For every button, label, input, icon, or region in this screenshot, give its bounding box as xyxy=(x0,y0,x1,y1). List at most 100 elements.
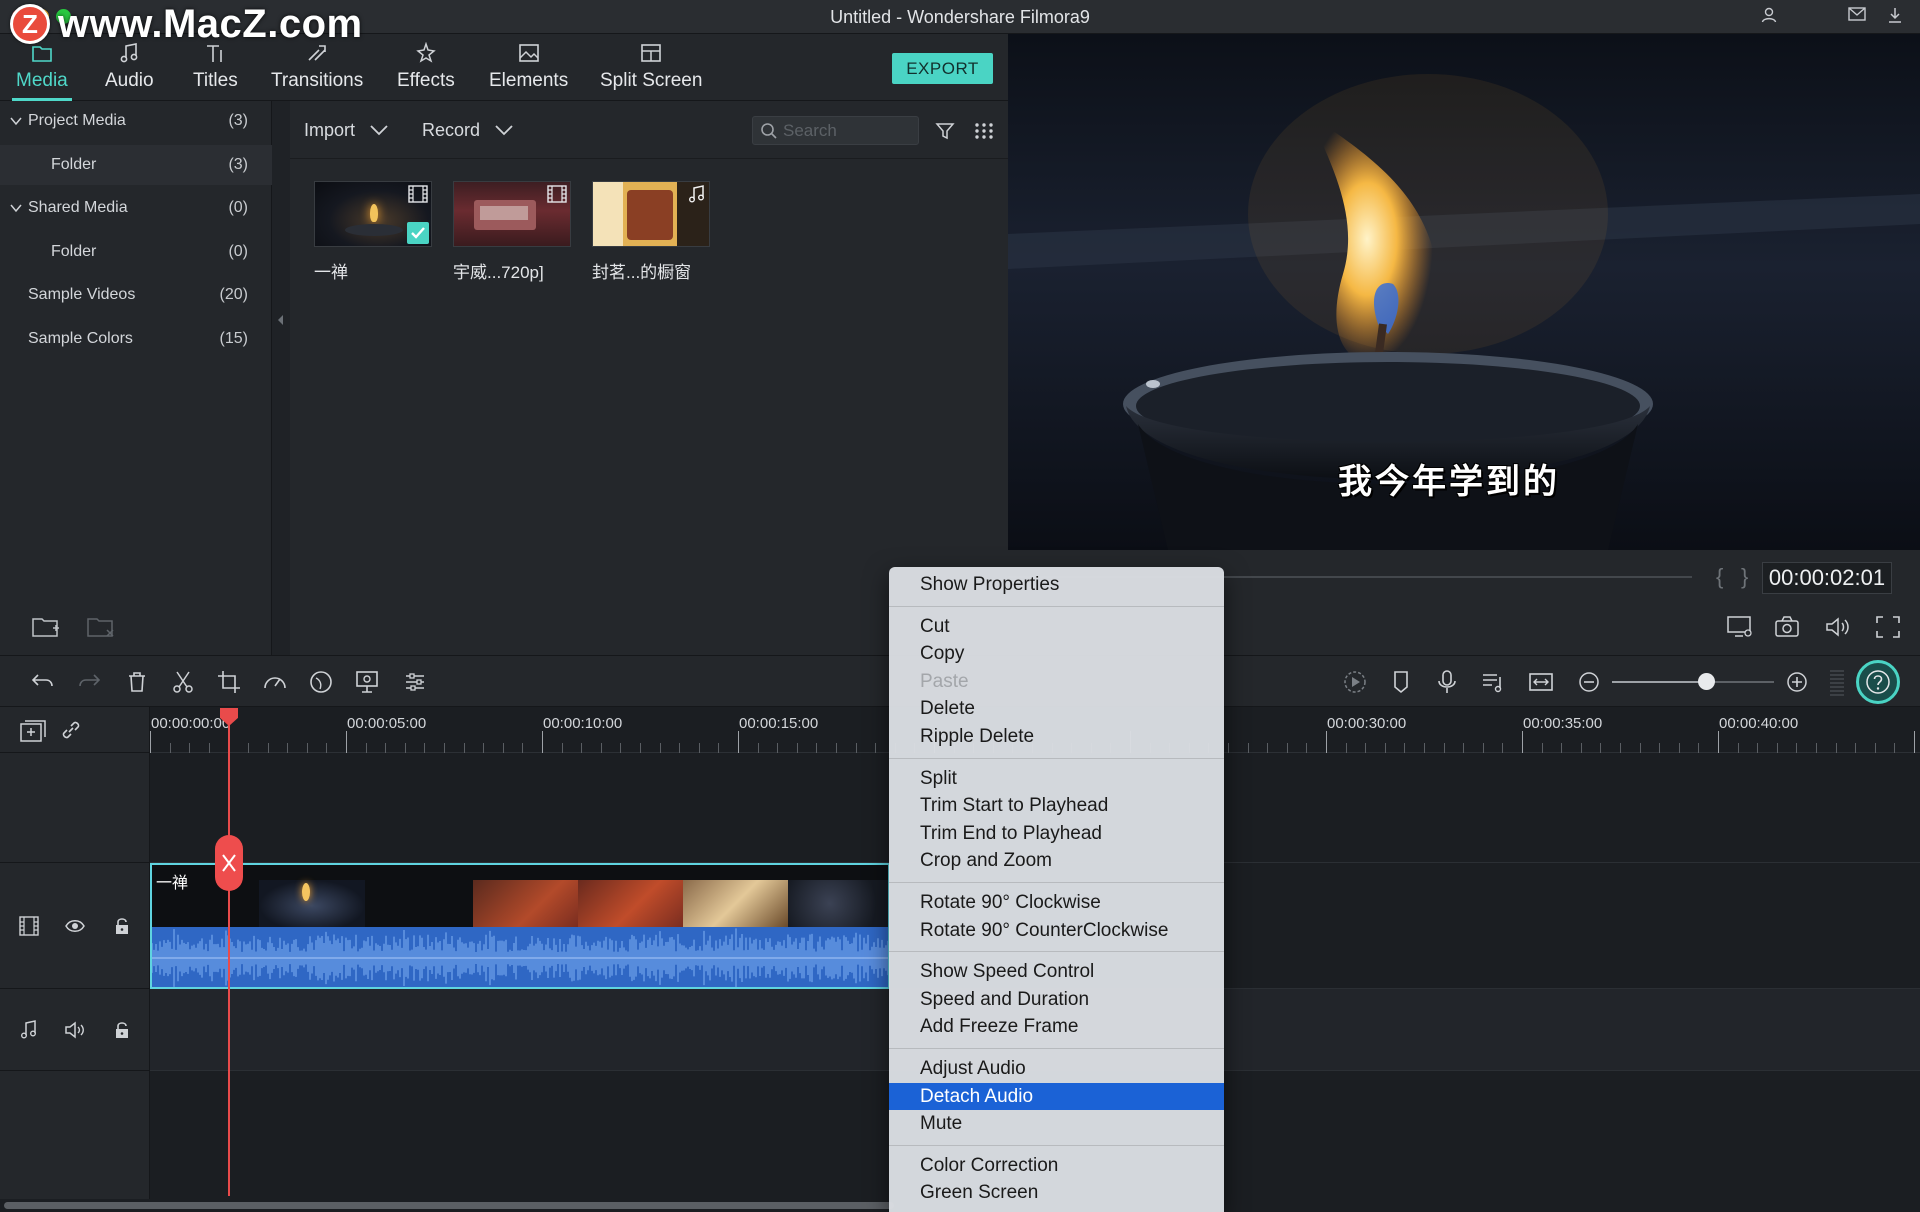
zoom-in-icon[interactable] xyxy=(1784,669,1810,695)
library-item-count: (20) xyxy=(219,286,248,303)
tab-label: Audio xyxy=(105,70,154,91)
menu-item-show-properties[interactable]: Show Properties xyxy=(889,571,1224,599)
selected-check-icon[interactable] xyxy=(407,222,429,244)
microphone-icon[interactable] xyxy=(1434,669,1460,695)
green-screen-icon[interactable] xyxy=(354,669,380,695)
audio-mixer-icon[interactable] xyxy=(402,669,428,695)
playhead[interactable] xyxy=(228,712,230,1196)
grid-view-icon[interactable] xyxy=(974,121,994,141)
video-track-header xyxy=(0,863,150,989)
clip-context-menu: Show Properties Cut Copy Paste Delete Ripple … xyxy=(889,567,1224,1212)
tab-effects[interactable]: Effects xyxy=(397,34,455,101)
download-icon[interactable] xyxy=(1884,6,1906,28)
voiceover-list-icon[interactable] xyxy=(1480,669,1506,695)
library-item-sample-colors[interactable]: Sample Colors (15) xyxy=(0,319,272,359)
tab-split-screen[interactable]: Split Screen xyxy=(600,34,702,101)
menu-item-rotate-90-counterclockwise[interactable]: Rotate 90° CounterClockwise xyxy=(889,917,1224,945)
chevron-down-icon[interactable] xyxy=(10,115,22,127)
ruler-label: 00:00:10:00 xyxy=(543,715,623,732)
mark-in-icon[interactable]: { xyxy=(1716,564,1723,590)
cut-scissors-icon[interactable] xyxy=(170,669,196,695)
search-box[interactable] xyxy=(752,116,919,145)
library-item-folder[interactable]: Folder (0) xyxy=(0,232,272,272)
delete-icon[interactable] xyxy=(124,669,150,695)
menu-item-ripple-delete[interactable]: Ripple Delete xyxy=(889,723,1224,751)
menu-item-crop-and-zoom[interactable]: Crop and Zoom xyxy=(889,847,1224,875)
library-item-count: (3) xyxy=(228,112,248,129)
library-item-project-media[interactable]: Project Media (3) xyxy=(0,101,272,141)
menu-item-cut[interactable]: Cut xyxy=(889,613,1224,641)
collapse-arrow-icon[interactable] xyxy=(278,315,283,325)
scrollbar-thumb[interactable] xyxy=(4,1202,894,1209)
speed-icon[interactable] xyxy=(262,669,288,695)
timeline-video-clip[interactable]: 一禅 xyxy=(150,863,890,989)
menu-item-trim-end-to-playhead[interactable]: Trim End to Playhead xyxy=(889,820,1224,848)
chevron-down-icon[interactable] xyxy=(10,202,22,214)
tab-elements[interactable]: Elements xyxy=(489,34,568,101)
menu-separator xyxy=(889,1144,1224,1146)
menu-item-delete[interactable]: Delete xyxy=(889,695,1224,723)
export-button[interactable]: EXPORT xyxy=(892,53,993,84)
undo-icon[interactable] xyxy=(30,669,56,695)
search-input[interactable] xyxy=(783,120,913,141)
fullscreen-icon[interactable] xyxy=(1874,614,1902,640)
record-dropdown[interactable]: Record xyxy=(422,101,514,159)
media-thumbnail[interactable] xyxy=(592,181,710,247)
filter-icon[interactable] xyxy=(935,121,955,141)
render-icon[interactable] xyxy=(1342,669,1368,695)
menu-item-show-speed-control[interactable]: Show Speed Control xyxy=(889,958,1224,986)
library-item-count: (0) xyxy=(228,199,248,216)
volume-icon[interactable] xyxy=(1824,614,1852,640)
delete-folder-icon[interactable] xyxy=(86,614,116,640)
menu-item-split[interactable]: Split xyxy=(889,765,1224,793)
zoom-slider-knob[interactable] xyxy=(1697,673,1715,690)
menu-item-mute[interactable]: Mute xyxy=(889,1110,1224,1138)
account-icon[interactable] xyxy=(1758,6,1780,28)
menu-item-green-screen[interactable]: Green Screen xyxy=(889,1179,1224,1207)
menu-item-adjust-audio[interactable]: Adjust Audio xyxy=(889,1055,1224,1083)
menu-item-add-freeze-frame[interactable]: Add Freeze Frame xyxy=(889,1013,1224,1041)
video-track-film-icon xyxy=(19,916,39,936)
menu-item-speed-and-duration[interactable]: Speed and Duration xyxy=(889,986,1224,1014)
import-dropdown[interactable]: Import xyxy=(304,101,389,159)
library-item-folder[interactable]: Folder (3) xyxy=(0,145,272,185)
media-thumbnail[interactable] xyxy=(453,181,571,247)
menu-item-copy[interactable]: Copy xyxy=(889,640,1224,668)
redo-icon[interactable] xyxy=(76,669,102,695)
marker-icon[interactable] xyxy=(1388,669,1414,695)
speaker-mute-toggle-icon[interactable] xyxy=(64,1019,86,1041)
lock-icon[interactable] xyxy=(111,1019,133,1041)
candle-bowl xyxy=(345,224,403,236)
add-track-icon[interactable] xyxy=(19,719,47,743)
panel-splitter[interactable] xyxy=(272,101,290,655)
ruler-label: 00:00:00:00 xyxy=(151,715,231,732)
color-icon[interactable] xyxy=(308,669,334,695)
preview-viewer: 我今年学到的 xyxy=(1008,34,1920,550)
lock-icon[interactable] xyxy=(111,915,133,937)
zoom-out-icon[interactable] xyxy=(1576,669,1602,695)
menu-item-rotate-90-clockwise[interactable]: Rotate 90° Clockwise xyxy=(889,889,1224,917)
split-screen-icon xyxy=(641,44,662,62)
menu-item-trim-start-to-playhead[interactable]: Trim Start to Playhead xyxy=(889,792,1224,820)
clip-audio-waveform xyxy=(152,927,888,987)
mail-icon[interactable] xyxy=(1846,6,1868,28)
menu-item-detach-audio[interactable]: Detach Audio xyxy=(889,1082,1224,1111)
library-item-sample-videos[interactable]: Sample Videos (20) xyxy=(0,275,272,315)
eye-visibility-icon[interactable] xyxy=(64,915,86,937)
clip-frame xyxy=(473,880,578,927)
mark-out-icon[interactable]: } xyxy=(1741,564,1748,590)
split-scissors-button[interactable] xyxy=(215,835,243,891)
zoom-slider[interactable] xyxy=(1612,681,1774,683)
help-button[interactable] xyxy=(1856,660,1900,704)
link-icon[interactable] xyxy=(60,719,82,741)
crop-icon[interactable] xyxy=(216,669,242,695)
fit-timeline-icon[interactable] xyxy=(1528,669,1554,695)
folder-icon xyxy=(32,46,52,62)
library-item-shared-media[interactable]: Shared Media (0) xyxy=(0,188,272,228)
image-icon xyxy=(518,44,539,62)
snapshot-camera-icon[interactable] xyxy=(1774,614,1802,640)
menu-item-color-correction[interactable]: Color Correction xyxy=(889,1152,1224,1180)
media-thumbnail[interactable] xyxy=(314,181,432,247)
new-folder-icon[interactable] xyxy=(31,614,61,640)
render-preview-icon[interactable] xyxy=(1726,614,1754,640)
